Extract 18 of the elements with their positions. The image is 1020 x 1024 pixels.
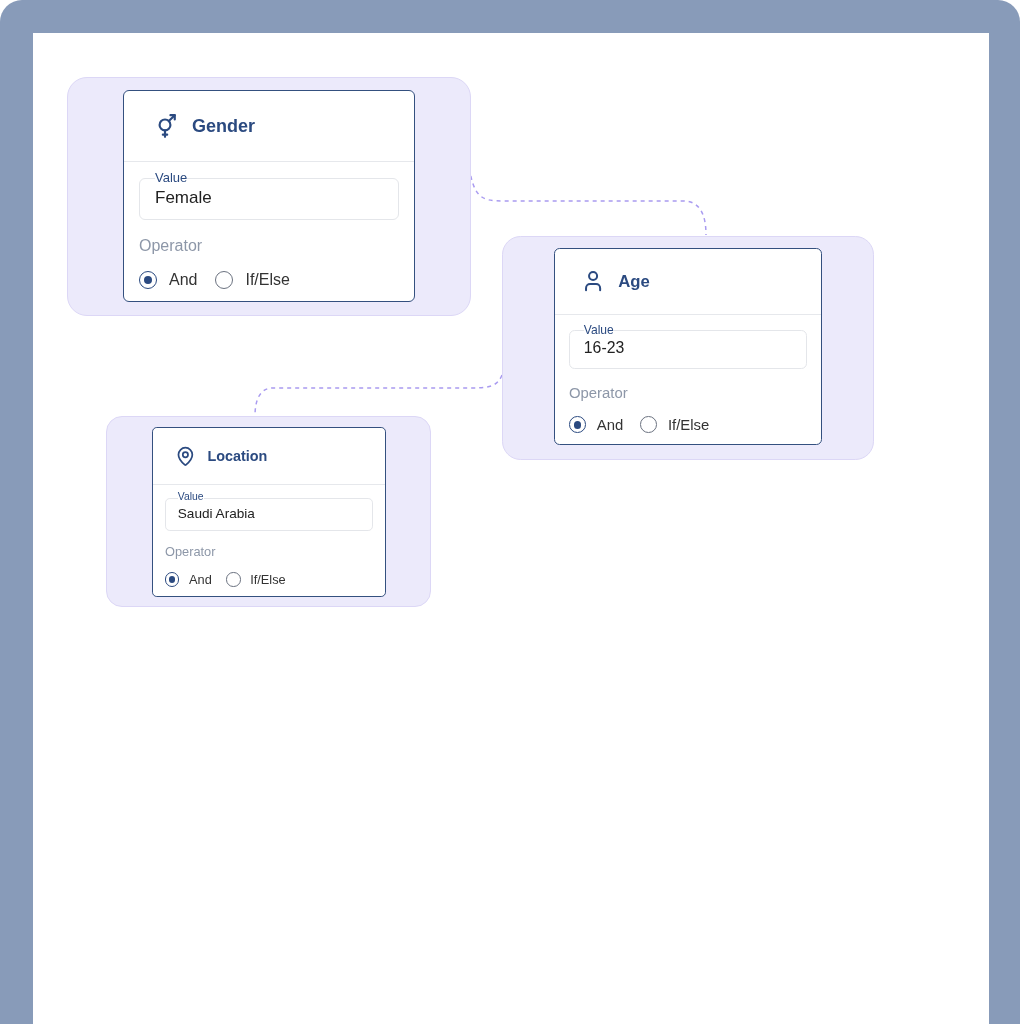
node-card[interactable]: Age Value 16-23 Operator And If/Else xyxy=(554,248,822,446)
option-label[interactable]: If/Else xyxy=(250,571,286,587)
operator-label: Operator xyxy=(165,545,216,559)
node-card[interactable]: Gender Value Female Operator And If/Else xyxy=(123,90,415,302)
option-label[interactable]: And xyxy=(596,416,624,433)
operator-label: Operator xyxy=(139,238,203,254)
value-field[interactable]: Value Saudi Arabia xyxy=(165,491,373,532)
option-label[interactable]: If/Else xyxy=(245,271,290,289)
node-title: Location xyxy=(207,448,268,464)
option-label[interactable]: If/Else xyxy=(667,416,710,433)
value-field[interactable]: Value 16-23 xyxy=(568,322,808,370)
node-card[interactable]: Location Value Saudi Arabia Operator And If/Else xyxy=(152,427,386,598)
operator-label: Operator xyxy=(568,385,628,401)
node-title: Gender xyxy=(192,115,256,137)
option-label[interactable]: And xyxy=(169,271,198,289)
value-field[interactable]: Value Female xyxy=(139,170,399,220)
node-title: Age xyxy=(618,271,650,292)
option-label[interactable]: And xyxy=(189,571,212,587)
